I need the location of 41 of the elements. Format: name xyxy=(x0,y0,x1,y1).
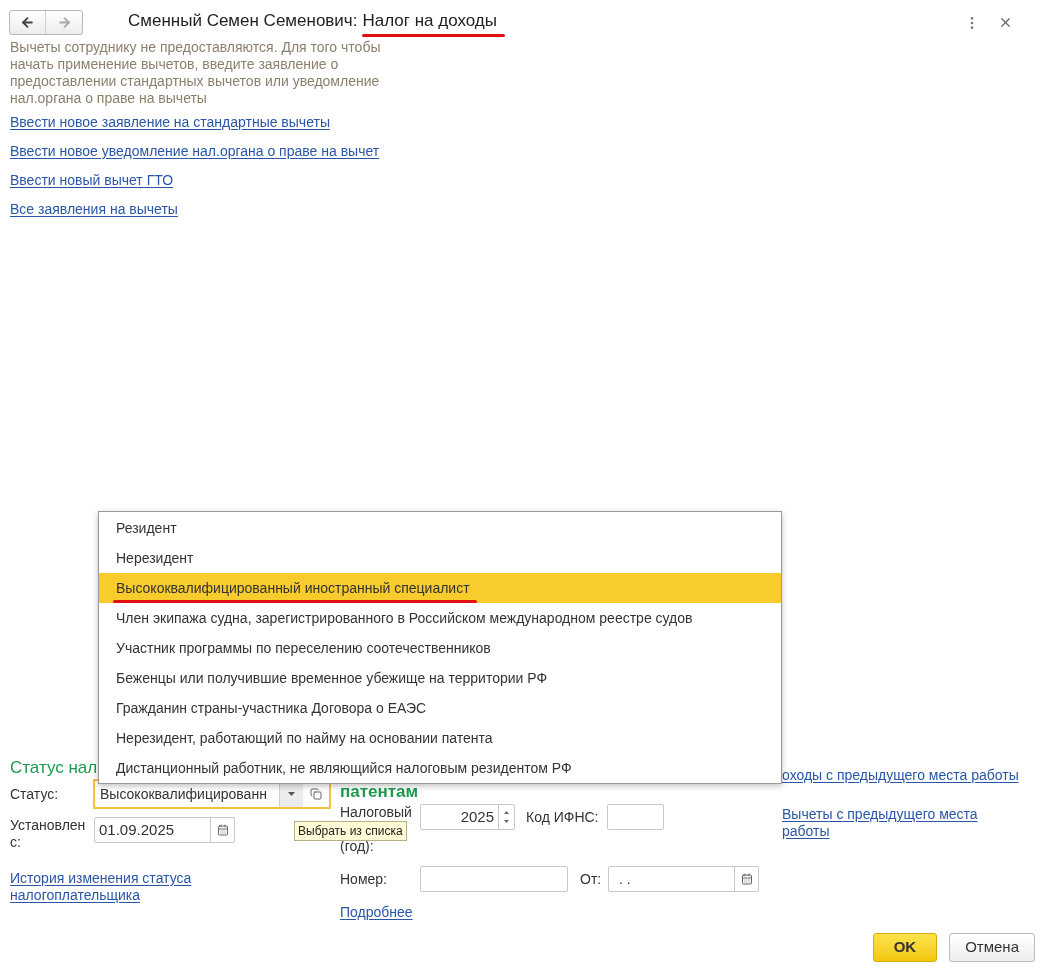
window-title: Сменный Семен Семенович: xyxy=(128,9,358,32)
dropdown-item[interactable]: Высококвалифицированный иностранный специалист xyxy=(99,573,781,603)
ok-button[interactable]: OK xyxy=(872,933,938,962)
from-date-field[interactable]: . . xyxy=(608,866,759,892)
dropdown-item[interactable]: Участник программы по переселению соотечественников xyxy=(99,633,781,663)
number-label: Номер: xyxy=(340,869,388,889)
status-history-link[interactable]: История изменения статуса налогоплательщика xyxy=(10,870,210,904)
section-heading: патентам xyxy=(340,781,419,803)
ifns-field[interactable] xyxy=(606,804,664,830)
deduction-link[interactable]: Ввести новое уведомление нал.органа о праве на вычет xyxy=(10,143,380,160)
calendar-icon xyxy=(740,873,753,885)
previous-income-link[interactable]: оходы с предыдущего места работы xyxy=(782,767,1019,784)
deductions-notice: Вычеты сотруднику не предоставляются. Для того чтобы начать применение вычетов, введите заявление о предоставлении стандартных вычетов или уведомление нал.органа о праве на вычеты xyxy=(10,39,382,107)
calendar-icon xyxy=(216,824,229,836)
established-date-field[interactable]: 01.09.2025 xyxy=(94,817,235,843)
more-link[interactable]: Подробнее xyxy=(340,904,413,921)
status-label: Статус: xyxy=(10,784,60,804)
caret-icon xyxy=(288,792,295,796)
previous-deductions-link[interactable]: Вычеты с предыдущего места работы xyxy=(782,806,992,840)
dropdown-item[interactable]: Нерезидент, работающий по найму на основании патента xyxy=(99,723,781,753)
dropdown-item[interactable]: Гражданин страны-участника Договора о ЕАЭС xyxy=(99,693,781,723)
number-field[interactable] xyxy=(420,866,568,892)
tax-period-label: (год): xyxy=(340,838,375,855)
close-icon[interactable] xyxy=(998,15,1013,30)
dropdown-item[interactable]: Член экипажа судна, зарегистрированного в Российском международном реестре судов xyxy=(99,603,781,633)
section-heading: Статус нал xyxy=(10,757,98,779)
deduction-link[interactable]: Все заявления на вычеты xyxy=(10,201,178,218)
ifns-label: Код ИФНС: xyxy=(526,807,599,827)
cancel-button[interactable]: Отмена xyxy=(949,933,1035,962)
deduction-link[interactable]: Ввести новый вычет ГТО xyxy=(10,172,174,189)
tax-period-field[interactable]: 2025 xyxy=(420,804,515,830)
deduction-link[interactable]: Ввести новое заявление на стандартные вычеты xyxy=(10,114,330,131)
window-subject: Налог на доходы xyxy=(362,9,497,32)
from-label: От: xyxy=(580,869,603,889)
tax-period-label: Налоговый xyxy=(340,804,413,821)
dropdown-item[interactable]: Резидент xyxy=(99,513,781,543)
dropdown-item[interactable]: Беженцы или получившие временное убежище на территории РФ xyxy=(99,663,781,693)
established-label: Установлен с: xyxy=(10,817,87,851)
dropdown-item[interactable]: Нерезидент xyxy=(99,543,781,573)
tooltip: Выбрать из списка xyxy=(294,821,407,841)
copy-icon xyxy=(310,788,322,800)
